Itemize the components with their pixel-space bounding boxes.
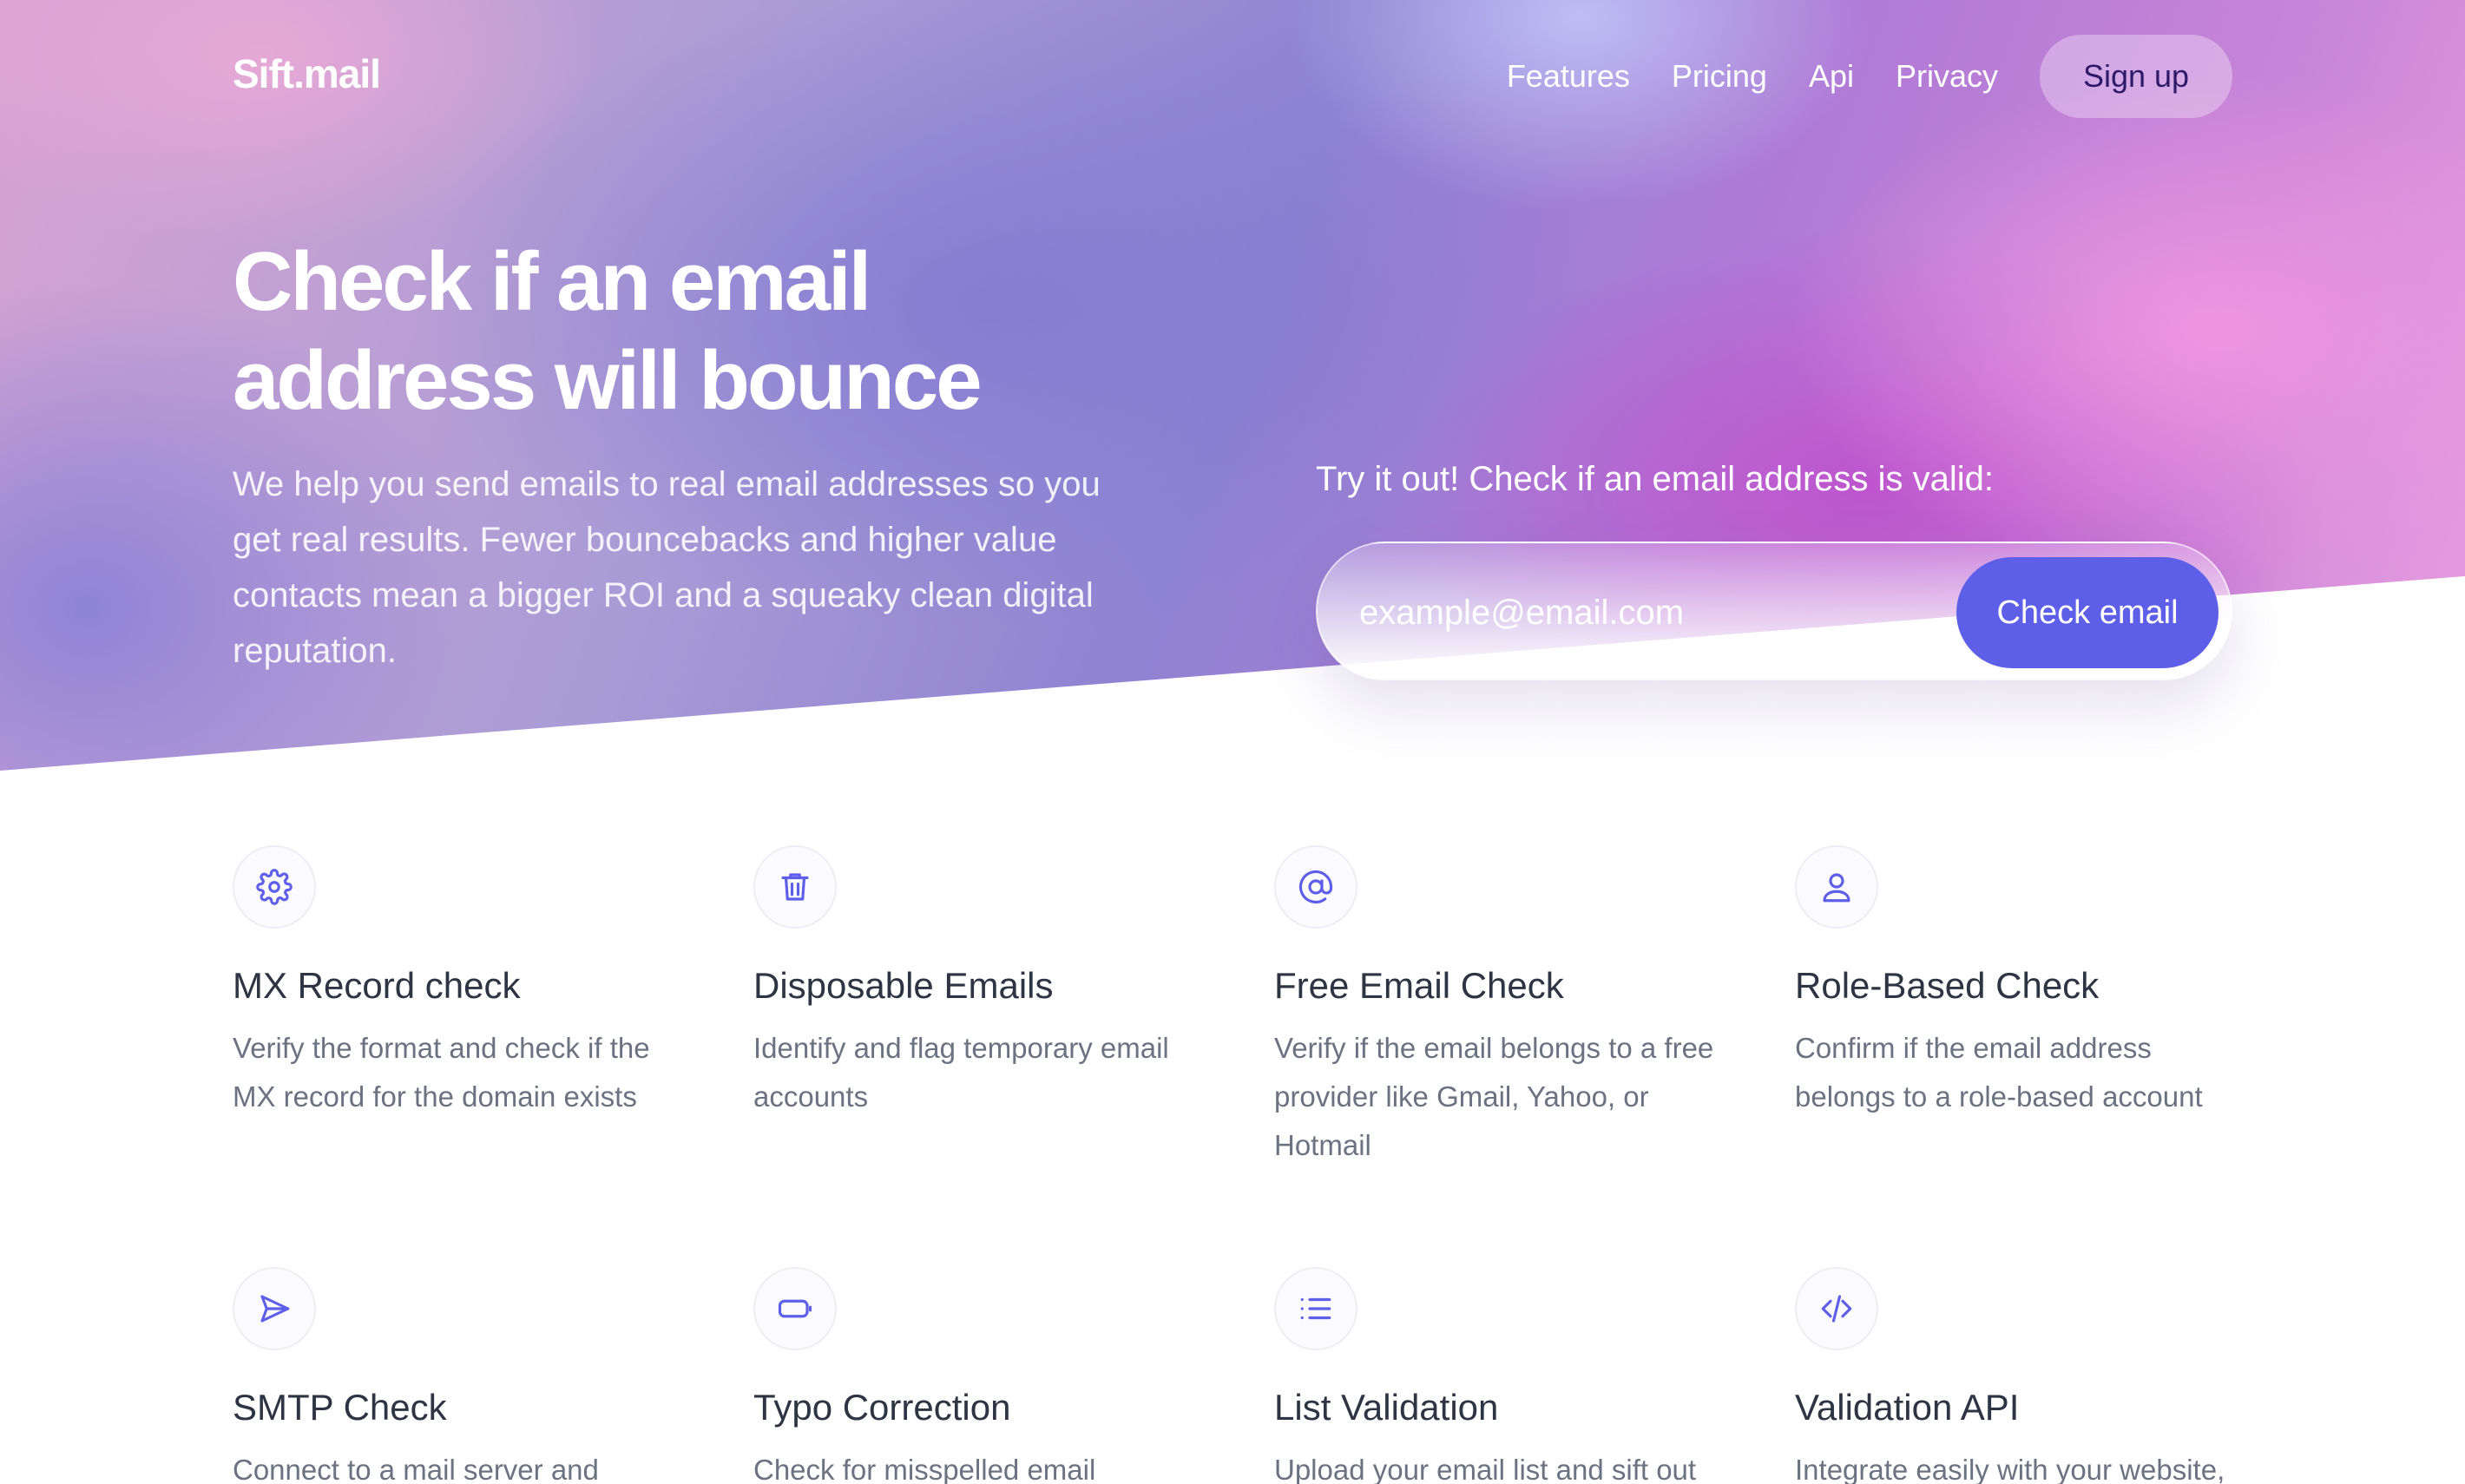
feature-title: SMTP Check (233, 1387, 447, 1428)
try-it-label: Try it out! Check if an email address is… (1316, 460, 1995, 498)
feature-smtp-check: SMTP Check Connect to a mail server and (233, 1267, 684, 1484)
feature-title: Free Email Check (1274, 965, 1564, 1006)
feature-description: Integrate easily with your website, (1795, 1454, 2225, 1484)
feature-disposable-emails: Disposable Emails Identify and flag temp… (753, 845, 1205, 1170)
hero-title: Check if an email address will bounce (233, 235, 983, 427)
feature-list-validation: List Validation Upload your email list a… (1274, 1267, 1726, 1484)
nav-link-api[interactable]: Api (1809, 58, 1854, 95)
code-icon (1795, 1267, 1878, 1350)
feature-description: Check for misspelled email (753, 1454, 1096, 1484)
nav-link-pricing[interactable]: Pricing (1672, 58, 1767, 95)
top-nav: Features Pricing Api Privacy Sign up (1507, 35, 2232, 118)
feature-role-based-check: Role-Based Check Confirm if the email ad… (1795, 845, 2246, 1170)
gear-icon (233, 845, 316, 929)
feature-description: Identify and flag temporary email accoun… (753, 1032, 1169, 1113)
nav-link-privacy[interactable]: Privacy (1896, 58, 1998, 95)
page: Sift.mail Features Pricing Api Privacy S… (0, 0, 2465, 1484)
feature-title: Role-Based Check (1795, 965, 2100, 1006)
feature-description: Verify if the email belongs to a free pr… (1274, 1032, 1714, 1161)
feature-validation-api: Validation API Integrate easily with you… (1795, 1267, 2246, 1484)
feature-free-email-check: Free Email Check Verify if the email bel… (1274, 845, 1726, 1170)
logo[interactable]: Sift.mail (233, 50, 381, 97)
check-email-button[interactable]: Check email (1956, 557, 2218, 668)
feature-title: Typo Correction (753, 1387, 1011, 1428)
feature-typo-correction: Typo Correction Check for misspelled ema… (753, 1267, 1205, 1484)
user-icon (1795, 845, 1878, 929)
features-grid: MX Record check Verify the format and ch… (233, 845, 2232, 1484)
feature-description: Confirm if the email address belongs to … (1795, 1032, 2203, 1113)
feature-title: Validation API (1795, 1387, 2020, 1428)
nav-link-features[interactable]: Features (1507, 58, 1630, 95)
feature-title: Disposable Emails (753, 965, 1054, 1006)
list-icon (1274, 1267, 1357, 1350)
feature-title: List Validation (1274, 1387, 1499, 1428)
feature-description: Upload your email list and sift out (1274, 1454, 1697, 1484)
hero-description: We help you send emails to real email ad… (233, 465, 1101, 670)
battery-icon (753, 1267, 837, 1350)
email-input[interactable] (1359, 578, 1967, 647)
at-sign-icon (1274, 845, 1357, 929)
feature-mx-record: MX Record check Verify the format and ch… (233, 845, 684, 1170)
email-check-form: Check email (1316, 542, 2232, 680)
feature-description: Connect to a mail server and (233, 1454, 599, 1484)
send-icon (233, 1267, 316, 1350)
trash-icon (753, 845, 837, 929)
signup-button[interactable]: Sign up (2040, 35, 2232, 118)
feature-title: MX Record check (233, 965, 521, 1006)
feature-description: Verify the format and check if the MX re… (233, 1032, 650, 1113)
